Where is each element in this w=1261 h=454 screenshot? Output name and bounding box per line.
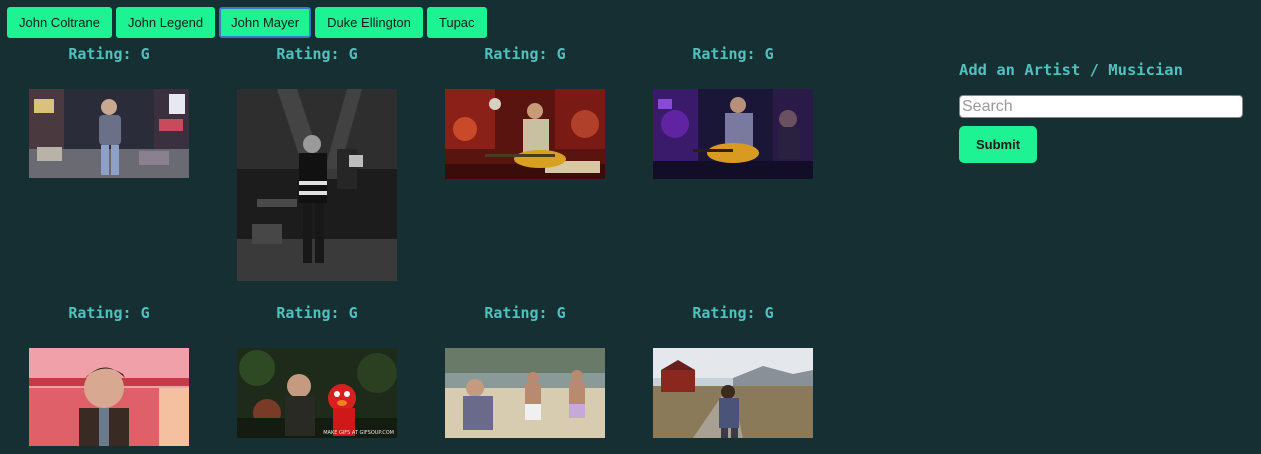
gif-rating: Rating: G [276,45,358,63]
gif-rating: Rating: G [484,45,566,63]
gif-watermark: MAKE GIFS AT GIFSOUP.COM [323,430,394,436]
artist-button-john-legend[interactable]: John Legend [115,7,216,38]
gif-rating: Rating: G [692,304,774,322]
gif-card: Rating: G [653,45,813,179]
gif-rating: Rating: G [484,304,566,322]
artist-button-tupac[interactable]: Tupac [426,7,487,38]
artist-button-duke-ellington[interactable]: Duke Ellington [315,7,423,38]
gif-card: Rating: G [653,304,813,438]
gif-image[interactable] [29,348,189,446]
add-artist-heading: Add an Artist / Musician [959,61,1183,79]
gif-image[interactable] [29,89,189,178]
gif-rating: Rating: G [68,304,150,322]
search-input[interactable] [959,95,1243,118]
add-artist-panel: Add an Artist / Musician Submit [959,61,1244,163]
gif-card: Rating: G [445,304,605,438]
gif-rating: Rating: G [276,304,358,322]
gif-image[interactable] [653,348,813,438]
artist-button-john-mayer[interactable]: John Mayer [219,7,312,38]
gif-card: Rating: G [29,45,189,178]
gif-card: Rating: G [445,45,605,179]
gif-image[interactable] [445,348,605,438]
gif-image[interactable] [653,89,813,179]
gif-card: Rating: G MAKE GIFS AT GIFSOUP.COM [237,304,397,438]
submit-button[interactable]: Submit [959,126,1038,163]
gif-card: Rating: G [237,45,397,281]
gif-rating: Rating: G [68,45,150,63]
gif-rating: Rating: G [692,45,774,63]
gif-image[interactable]: MAKE GIFS AT GIFSOUP.COM [237,348,397,438]
gif-image[interactable] [445,89,605,179]
gif-image[interactable] [237,89,397,281]
artist-button-john-coltrane[interactable]: John Coltrane [7,7,112,38]
gif-card: Rating: G [29,304,189,446]
artist-button-bar: John Coltrane John Legend John Mayer Duk… [7,7,487,38]
